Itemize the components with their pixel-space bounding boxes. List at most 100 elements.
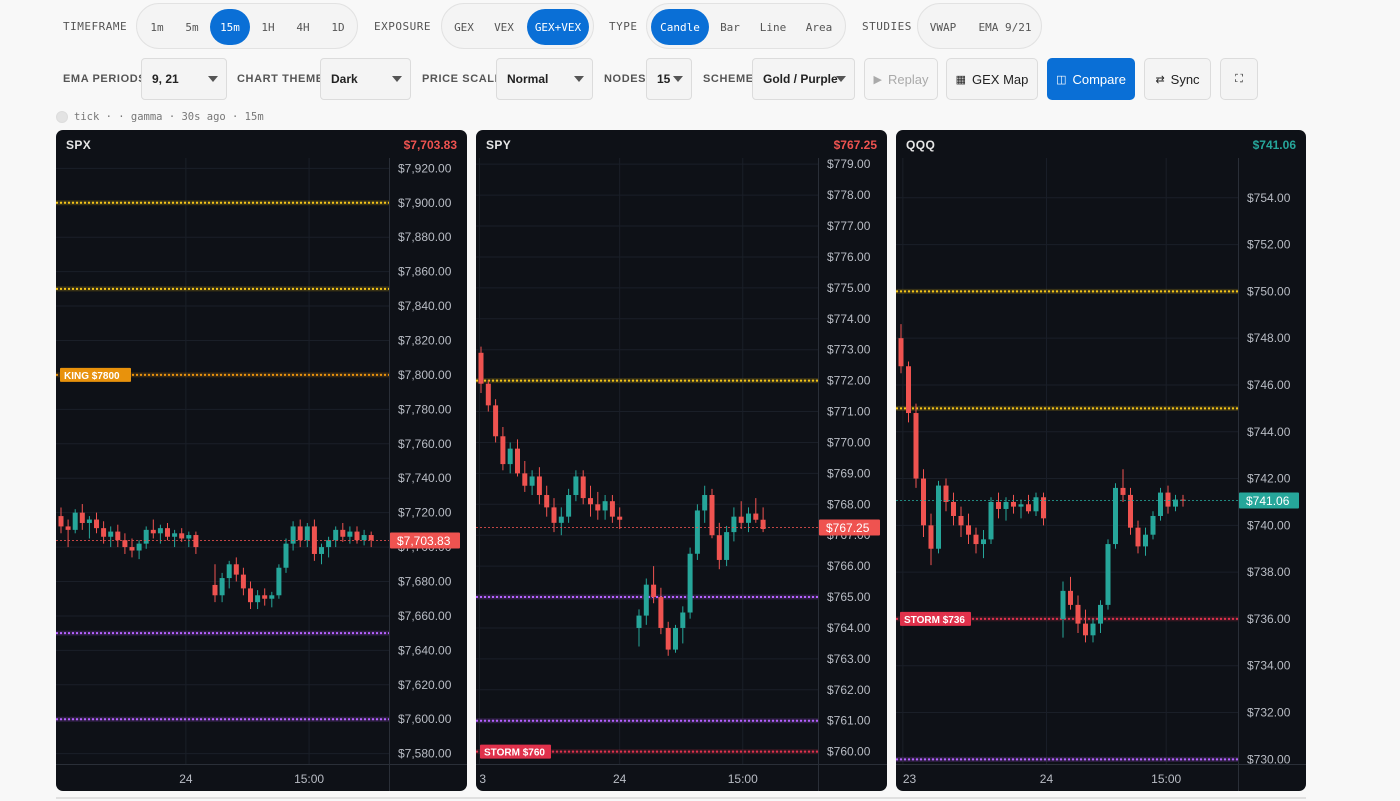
timeframe-1h[interactable]: 1H xyxy=(255,9,281,45)
price-scale-select[interactable]: Normal xyxy=(496,58,593,100)
columns-icon: ◫ xyxy=(1056,73,1067,86)
y-tick-label: $744.00 xyxy=(1247,425,1291,439)
compare-label: Compare xyxy=(1072,71,1126,87)
chart-panel-spy[interactable]: $779.00 $778.00 $777.00 $776.00 $775.00 $774.… xyxy=(476,130,887,791)
candle-body xyxy=(143,529,149,544)
ema-periods-value: 9, 21 xyxy=(152,72,179,86)
timeframe-1d[interactable]: 1D xyxy=(325,9,351,45)
chart-theme-select[interactable]: Dark xyxy=(320,58,411,100)
candle-body xyxy=(165,528,170,537)
candle-body xyxy=(304,526,310,541)
chevron-down-icon xyxy=(392,76,402,82)
sync-icon: ⇄ xyxy=(1155,73,1165,86)
study-ema[interactable]: EMA 9/21 xyxy=(974,9,1036,45)
candle-body xyxy=(709,495,715,536)
candle-body xyxy=(913,413,919,479)
y-tick-label: $7,660.00 xyxy=(398,609,452,623)
candle-body xyxy=(1068,590,1073,605)
candle-body xyxy=(297,526,303,541)
timeframe-1m[interactable]: 1m xyxy=(143,9,171,45)
gex-map-label: GEX Map xyxy=(972,71,1029,87)
replay-button[interactable]: ▶ Replay xyxy=(864,58,938,100)
candle-body xyxy=(354,531,360,541)
candle-body xyxy=(276,567,282,596)
fullscreen-button[interactable]: ⛶ xyxy=(1220,58,1258,100)
candle-body xyxy=(368,535,374,541)
candle-body xyxy=(1158,492,1163,516)
candle-body xyxy=(94,519,99,529)
play-icon: ▶ xyxy=(873,73,882,86)
chart-svg: $754.00 $752.00 $750.00 $748.00 $746.00 $744.… xyxy=(896,158,1306,791)
x-tick-label: 15:00 xyxy=(728,772,758,786)
candle-body xyxy=(928,525,934,549)
candle-body xyxy=(269,595,275,599)
candle-body xyxy=(595,504,601,511)
scheme-select[interactable]: Gold / Purple xyxy=(752,58,855,100)
exposure-gex-vex[interactable]: GEX+VEX xyxy=(527,9,589,45)
candle-body xyxy=(906,366,911,414)
type-line[interactable]: Line xyxy=(755,9,791,45)
grid-icon: ▦ xyxy=(955,73,967,86)
type-bar[interactable]: Bar xyxy=(715,9,745,45)
candle-body xyxy=(1083,623,1088,636)
candle-body xyxy=(694,510,700,554)
chart-theme-value: Dark xyxy=(331,72,358,86)
exposure-gex[interactable]: GEX xyxy=(448,9,480,45)
candle-body xyxy=(150,529,156,534)
candle-body xyxy=(478,352,484,384)
timeframe-4h[interactable]: 4H xyxy=(289,9,317,45)
status-bar: tick · · gamma · 30s ago · 15m xyxy=(56,110,264,124)
y-tick-label: $766.00 xyxy=(827,559,871,573)
candle-body xyxy=(340,529,346,537)
timeframe-5m[interactable]: 5m xyxy=(177,9,207,45)
y-tick-label: $738.00 xyxy=(1247,565,1291,579)
type-candle[interactable]: Candle xyxy=(651,9,709,45)
candle-body xyxy=(326,540,332,548)
x-tick-label: 15:00 xyxy=(1151,772,1181,786)
y-tick-label: $7,600.00 xyxy=(398,712,452,726)
nodes-select[interactable]: 15 xyxy=(646,58,692,100)
candle-body xyxy=(172,533,178,537)
timeframe-15m[interactable]: 15m xyxy=(210,9,250,45)
price-scale-value: Normal xyxy=(507,72,549,86)
panel-symbol: QQQ xyxy=(906,138,936,152)
candle-body xyxy=(1150,515,1156,535)
ema-periods-select[interactable]: 9, 21 xyxy=(141,58,227,100)
chevron-down-icon xyxy=(208,76,218,82)
type-area[interactable]: Area xyxy=(799,9,839,45)
type-group: Candle Bar Line Area xyxy=(646,3,846,49)
toolbar-row-1: TIMEFRAME 1m 5m 15m 1H 4H 1D EXPOSURE GE… xyxy=(0,0,1400,52)
candle-body xyxy=(361,535,367,541)
candle-body xyxy=(1060,590,1066,619)
candle-body xyxy=(936,485,941,549)
candle-body xyxy=(1011,501,1016,507)
candle-body xyxy=(973,534,979,545)
y-tick-label: $776.00 xyxy=(827,250,871,264)
candle-body xyxy=(665,627,671,650)
y-tick-label: $7,720.00 xyxy=(398,506,452,520)
candle-body xyxy=(731,516,737,533)
level-badge-label: KING $7800 xyxy=(64,371,120,382)
price-scale-label: PRICE SCALE xyxy=(422,73,503,85)
compare-button[interactable]: ◫ Compare xyxy=(1047,58,1135,100)
y-tick-label: $748.00 xyxy=(1247,331,1291,345)
exposure-vex[interactable]: VEX xyxy=(488,9,520,45)
candle-body xyxy=(1128,494,1133,528)
chart-panel-qqq[interactable]: $754.00 $752.00 $750.00 $748.00 $746.00 $744.… xyxy=(896,130,1306,791)
y-tick-label: $770.00 xyxy=(827,435,871,449)
exposure-label: EXPOSURE xyxy=(374,20,431,33)
candle-body xyxy=(500,436,506,465)
study-vwap[interactable]: VWAP xyxy=(924,9,962,45)
candle-body xyxy=(226,564,232,579)
exposure-group: GEX VEX GEX+VEX xyxy=(441,3,594,49)
y-tick-label: $764.00 xyxy=(827,621,871,635)
sync-button[interactable]: ⇄ Sync xyxy=(1144,58,1211,100)
timeframe-group: 1m 5m 15m 1H 4H 1D xyxy=(136,3,358,49)
y-tick-label: $7,920.00 xyxy=(398,161,452,175)
y-tick-label: $779.00 xyxy=(827,157,871,171)
panel-symbol: SPY xyxy=(486,138,512,152)
gex-map-button[interactable]: ▦ GEX Map xyxy=(946,58,1038,100)
candle-body xyxy=(943,485,949,502)
candle-body xyxy=(108,531,114,537)
chart-panel-spx[interactable]: $7,920.00 $7,900.00 $7,880.00 $7,860.00 $7,8… xyxy=(56,130,467,791)
